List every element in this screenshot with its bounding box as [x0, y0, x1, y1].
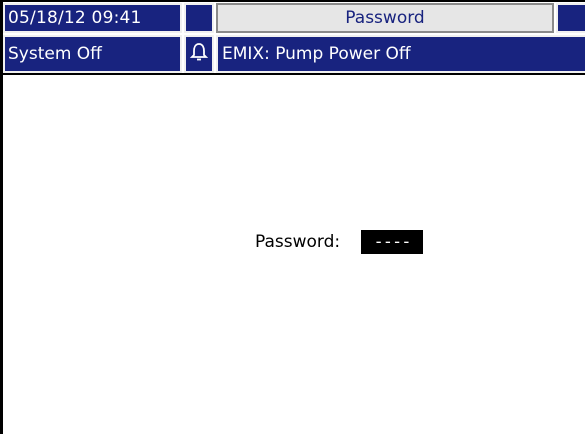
screen: 05/18/12 09:41 Password System Off EMIX:… — [0, 0, 585, 434]
status-message: EMIX: Pump Power Off — [216, 35, 585, 73]
page-title: Password — [216, 3, 554, 33]
header-blank-cell-left — [184, 3, 214, 33]
password-field[interactable]: ---- — [361, 230, 423, 254]
header-divider — [3, 73, 585, 75]
datetime-display: 05/18/12 09:41 — [3, 3, 182, 33]
header-blank-cell-right — [556, 3, 585, 33]
password-label: Password: — [255, 232, 341, 252]
bell-icon — [189, 42, 209, 66]
alarm-indicator — [184, 35, 214, 73]
screen-top-border — [0, 0, 585, 2]
system-status: System Off — [3, 35, 182, 73]
